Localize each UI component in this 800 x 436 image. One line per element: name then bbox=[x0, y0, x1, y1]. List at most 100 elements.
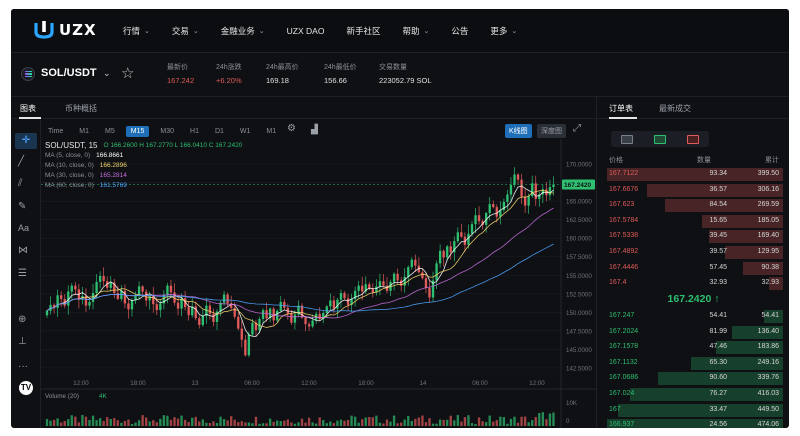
volume-bar bbox=[56, 418, 59, 426]
ask-row[interactable]: 167.623 84.54 269.59 bbox=[607, 198, 783, 213]
multi-line-icon[interactable]: ⫽ bbox=[18, 178, 22, 189]
candle-body bbox=[460, 232, 463, 237]
brand-logo[interactable]: UZX bbox=[33, 20, 97, 40]
order-price: 166.937 bbox=[609, 421, 635, 428]
bid-row[interactable]: 167.024 76.27 416.03 bbox=[607, 387, 783, 402]
bid-row[interactable]: 167 33.47 449.50 bbox=[607, 403, 783, 418]
volume-bar bbox=[417, 417, 421, 426]
volume-bar bbox=[95, 420, 98, 426]
pattern-icon[interactable]: ⋈ bbox=[18, 245, 28, 256]
candle-body bbox=[332, 300, 336, 309]
nav-item-4[interactable]: 新手社区 bbox=[346, 25, 380, 37]
timeframe-m30-button[interactable]: M30 bbox=[155, 126, 179, 137]
symbol-name[interactable]: SOL/USDT bbox=[41, 67, 97, 79]
bid-row[interactable]: 167.1132 65.30 249.16 bbox=[607, 356, 783, 371]
candle-body bbox=[329, 300, 332, 307]
nav-item-5[interactable]: 帮助 ⌄ bbox=[402, 25, 429, 37]
timeframe-h1-button[interactable]: H1 bbox=[185, 126, 204, 137]
volume-bar bbox=[63, 421, 66, 426]
y-tick-label: 162.5000 bbox=[566, 217, 592, 224]
volume-bar bbox=[460, 421, 463, 426]
order-total: 32.93 bbox=[761, 279, 779, 287]
indicator-value: 161.5769 bbox=[99, 182, 127, 189]
nav-item-1[interactable]: 交易 ⌄ bbox=[172, 25, 199, 37]
bid-row[interactable]: 167.247 54.41 54.41 bbox=[607, 309, 783, 324]
tab-recent-trades[interactable]: 最新成交 bbox=[659, 103, 691, 114]
bid-row[interactable]: 167.2024 81.99 136.40 bbox=[607, 325, 783, 340]
volume-bar bbox=[293, 423, 297, 426]
bid-row[interactable]: 167.1578 47.46 183.86 bbox=[607, 340, 783, 355]
ask-row[interactable]: 167.7122 93.34 399.50 bbox=[607, 167, 783, 182]
tab-coin-overview[interactable]: 币种概括 bbox=[65, 103, 97, 114]
volume-bar bbox=[343, 420, 346, 426]
crosshair-icon[interactable]: ✛ bbox=[15, 133, 37, 149]
text-tool-icon[interactable]: Aa bbox=[18, 223, 29, 233]
ask-row[interactable]: 167.4892 39.57 129.95 bbox=[607, 245, 783, 260]
mode-bids-icon[interactable] bbox=[653, 134, 666, 144]
ticker-stat: 最新价 167.242 bbox=[167, 62, 194, 85]
timeframe-m5-button[interactable]: M5 bbox=[100, 126, 120, 137]
depth-view-button[interactable]: 深度图 bbox=[537, 124, 566, 138]
candle-body bbox=[488, 204, 491, 214]
candle-body bbox=[424, 278, 428, 288]
ask-row[interactable]: 167.4 32.93 32.93 bbox=[607, 276, 783, 291]
bid-row[interactable]: 166.937 24.56 474.06 bbox=[607, 418, 783, 428]
solana-icon bbox=[21, 67, 35, 81]
fullscreen-icon[interactable]: ⤢ bbox=[573, 123, 581, 134]
timeframe-time-button[interactable]: Time bbox=[43, 126, 68, 137]
ask-row[interactable]: 167.5338 39.45 169.40 bbox=[607, 229, 783, 244]
candle-body bbox=[523, 196, 527, 206]
mode-both-icon[interactable] bbox=[621, 134, 634, 144]
ask-row[interactable]: 167.4446 57.45 90.38 bbox=[607, 261, 783, 276]
volume-bar bbox=[453, 420, 456, 426]
volume-bar bbox=[106, 417, 109, 426]
order-price: 167.4892 bbox=[609, 248, 639, 255]
volume-bar bbox=[187, 422, 190, 426]
timeframe-w1-button[interactable]: W1 bbox=[235, 126, 256, 137]
order-total: 449.50 bbox=[757, 405, 779, 413]
chevron-down-icon: ⌄ bbox=[258, 28, 265, 35]
tab-order-book[interactable]: 订单表 bbox=[609, 103, 633, 114]
timeframe-m1-button[interactable]: M1 bbox=[74, 126, 94, 137]
candle-body bbox=[435, 263, 438, 281]
more-tools-icon[interactable]: ··· bbox=[18, 361, 28, 372]
trend-line-icon[interactable]: ╱ bbox=[18, 156, 24, 167]
nav-item-label: UZX DAO bbox=[286, 26, 325, 36]
chart-settings-gear-icon[interactable]: ⚙ bbox=[287, 123, 296, 134]
x-tick-label: 06:00 bbox=[244, 380, 260, 387]
volume-bar bbox=[396, 423, 399, 426]
ask-row[interactable]: 167.5784 15.65 185.05 bbox=[607, 214, 783, 229]
fibonacci-icon[interactable]: ☰ bbox=[18, 268, 27, 279]
nav-item-2[interactable]: 金融业务 ⌄ bbox=[221, 25, 265, 37]
measure-icon[interactable]: ⊥ bbox=[18, 336, 27, 347]
symbol-dropdown-chevron-icon[interactable]: ⌄ bbox=[103, 68, 111, 79]
nav-item-6[interactable]: 公告 bbox=[451, 25, 468, 37]
timeframe-m1-button[interactable]: M1 bbox=[261, 126, 281, 137]
favorite-star-icon[interactable]: ☆ bbox=[121, 64, 134, 82]
timeframe-d1-button[interactable]: D1 bbox=[210, 126, 229, 137]
x-tick-label: 18:00 bbox=[130, 380, 146, 387]
y-tick-label: 145.0000 bbox=[566, 347, 592, 354]
indicators-icon[interactable]: ▟ bbox=[311, 124, 318, 135]
brush-icon[interactable]: ✎ bbox=[18, 201, 26, 212]
x-tick-label: 12:00 bbox=[73, 380, 89, 387]
timeframe-m15-button[interactable]: M15 bbox=[125, 125, 150, 137]
tab-chart[interactable]: 图表 bbox=[20, 103, 36, 114]
mode-asks-icon[interactable] bbox=[686, 134, 699, 144]
volume-bar bbox=[492, 421, 495, 426]
candle-body bbox=[474, 215, 477, 225]
volume-bar bbox=[201, 419, 205, 426]
candle-body bbox=[304, 317, 307, 325]
volume-bar bbox=[272, 421, 275, 426]
zoom-in-icon[interactable]: ⊕ bbox=[18, 314, 26, 325]
volume-bar bbox=[385, 419, 389, 426]
volume-bar bbox=[371, 417, 375, 426]
ask-row[interactable]: 167.6676 36.57 306.16 bbox=[607, 183, 783, 198]
kline-view-button[interactable]: K线图 bbox=[505, 124, 532, 138]
nav-item-7[interactable]: 更多 ⌄ bbox=[490, 25, 517, 37]
nav-item-3[interactable]: UZX DAO bbox=[287, 25, 325, 37]
bid-row[interactable]: 167.0686 90.60 339.76 bbox=[607, 371, 783, 386]
indicator-name: MA (60, close, 0) bbox=[45, 182, 94, 189]
chart-title: SOL/USDT, 15 bbox=[45, 141, 98, 150]
nav-item-0[interactable]: 行情 ⌄ bbox=[123, 25, 150, 37]
